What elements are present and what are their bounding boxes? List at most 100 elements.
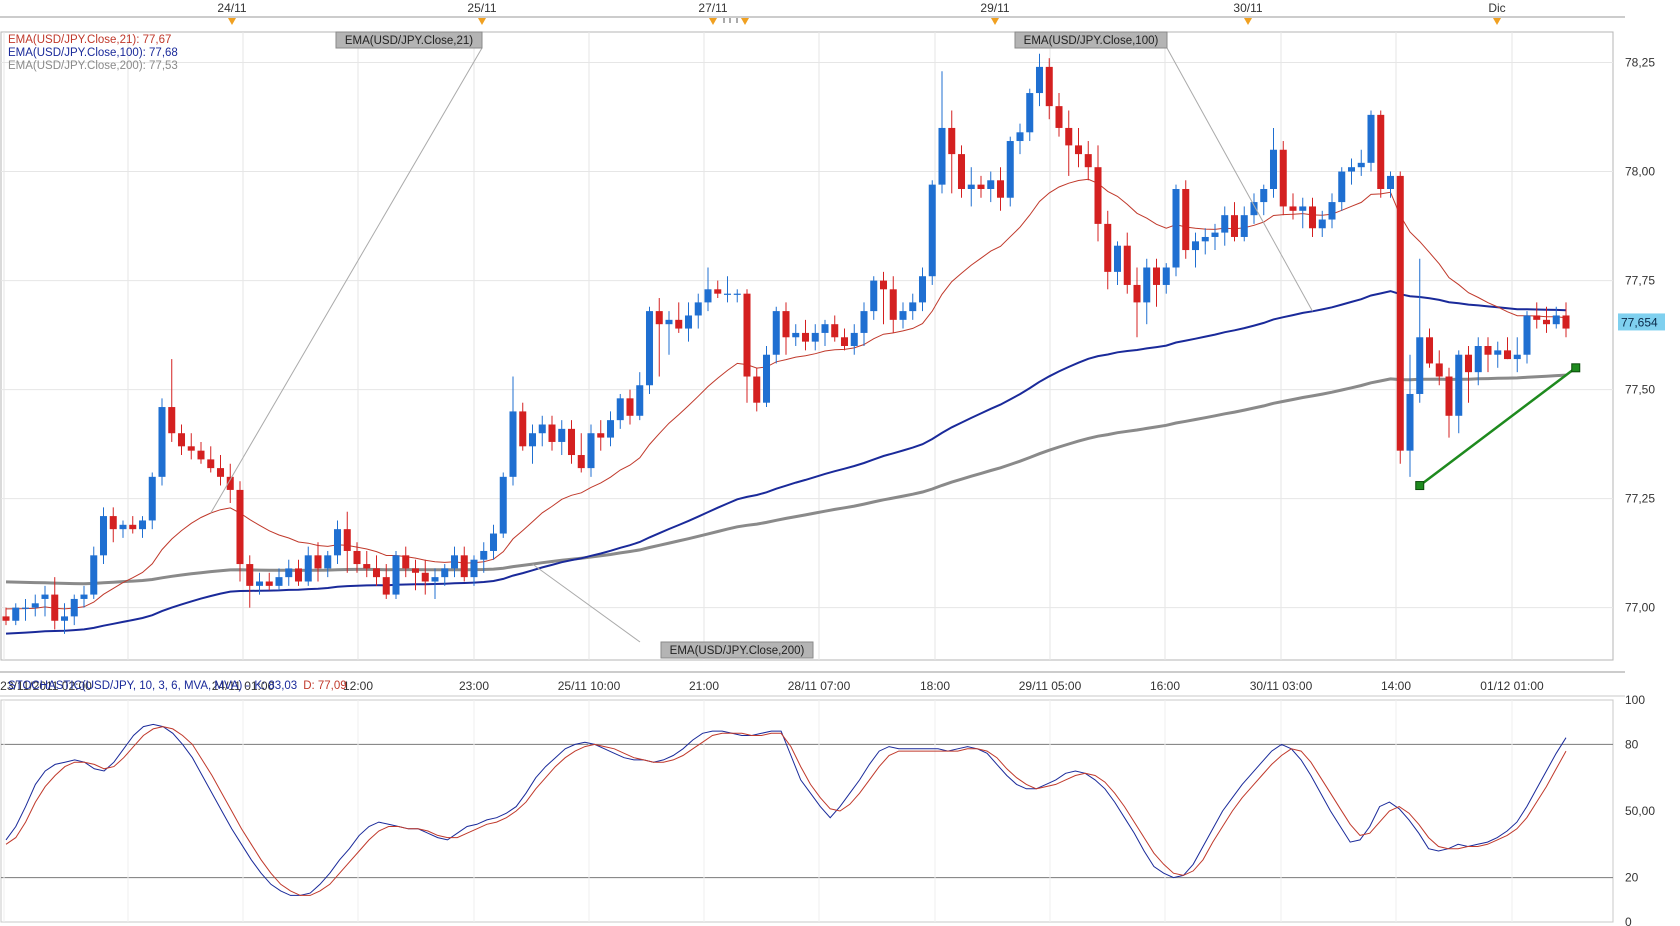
x-tick-label: 16:00 [1150,679,1180,693]
candle-down [1464,354,1473,373]
stochastic-y-tick-label: 20 [1625,871,1639,885]
candle-up [333,529,342,556]
candle-up [1347,167,1356,172]
candle-down [187,446,195,451]
chart-root: 24/11 25/11 27/11 29/11 30/11 Dic 23/11/2011 … [0,0,1680,926]
candle-down [714,289,722,294]
candle-down [1289,206,1297,211]
candle-down [1377,114,1385,189]
candle-up [1299,206,1307,211]
y-tick-label: 78,25 [1625,56,1655,70]
candle-up [431,577,439,582]
candle-up [860,311,868,333]
candle-down [1074,145,1083,155]
candle-up [119,524,127,530]
candle-up [1523,315,1531,355]
candle-up [1513,354,1521,360]
candle-up [1221,215,1229,233]
candle-down [236,489,244,565]
candle-down [1123,245,1131,285]
candle-down [1562,315,1570,329]
candle-up [1269,149,1278,189]
candle-down [831,324,839,338]
ema-21-callout-label: EMA(USD/JPY.Close,21) [345,35,473,47]
candle-down [460,555,468,578]
candle-down [948,127,956,155]
candle-down [265,581,273,586]
candle-down [168,407,176,434]
candle-up [255,581,264,586]
candle-down [1045,66,1053,107]
x-tick-label: 12:00 [343,679,373,693]
candle-up [870,280,878,312]
candle-up [21,607,30,609]
stochastic-y-tick-label: 100 [1625,693,1645,707]
candle-up [1494,350,1502,355]
candle-up [489,533,498,551]
candle-up [1474,346,1482,373]
candle-up [1338,171,1346,203]
x-tick-label: 21:00 [689,679,719,693]
ema-100-callout-label: EMA(USD/JPY.Close,100) [1024,35,1159,47]
candle-down [1152,267,1161,285]
candle-down [197,450,205,460]
candle-up [792,332,800,338]
candle-up [1318,219,1326,229]
candle-down [1279,149,1287,207]
candle-up [558,428,566,442]
x-tick-label: 28/11 07:00 [788,679,851,693]
candle-down [743,293,751,377]
candle-up [1162,267,1170,285]
y-tick-label: 77,50 [1625,383,1655,397]
candle-down [782,311,790,338]
x-tick-label: 23:00 [459,679,489,693]
candle-down [2,616,10,621]
candle-up [1026,93,1034,133]
candle-up [12,607,20,621]
candle-up [694,302,702,316]
candle-up [821,324,829,333]
candle-down [840,337,849,346]
candle-up [80,594,88,599]
candle-down [1094,167,1102,224]
candle-down [207,459,215,469]
candle-up [1035,66,1044,94]
candle-up [1552,315,1560,325]
candle-down [246,564,254,586]
candle-up [987,180,995,189]
candle-up [148,476,156,521]
candle-up [1328,202,1336,220]
candle-up [733,293,741,295]
stochastic-y-tick-label: 0 [1625,915,1632,926]
candle-down [51,594,59,621]
candle-down [1533,315,1541,320]
y-tick-label: 77,25 [1625,492,1655,506]
candle-down [675,319,683,329]
candle-down [1542,319,1551,325]
candle-up [665,319,673,325]
background [0,0,1680,926]
candle-down [1425,337,1434,364]
candle-down [597,433,605,438]
candle-down [626,398,634,416]
candle-up [470,559,478,578]
candle-up [1211,232,1219,237]
trendline-handle [1415,481,1425,491]
candle-up [645,311,654,386]
candle-up [450,555,459,569]
candle-down [382,577,390,595]
candle-up [772,311,780,355]
x-tick-label: 25/11 10:00 [558,679,621,693]
top-date-label: 30/11 [1233,1,1262,15]
top-date-label: Dic [1488,1,1505,15]
candle-down [655,311,663,325]
candle-up [528,433,537,447]
candle-down [421,572,429,582]
candle-up [850,332,858,346]
candle-down [129,524,137,530]
candle-down [879,280,888,290]
candle-down [1084,154,1092,168]
candle-up [1250,202,1258,216]
candle-up [1240,215,1248,237]
candle-down [889,289,897,320]
